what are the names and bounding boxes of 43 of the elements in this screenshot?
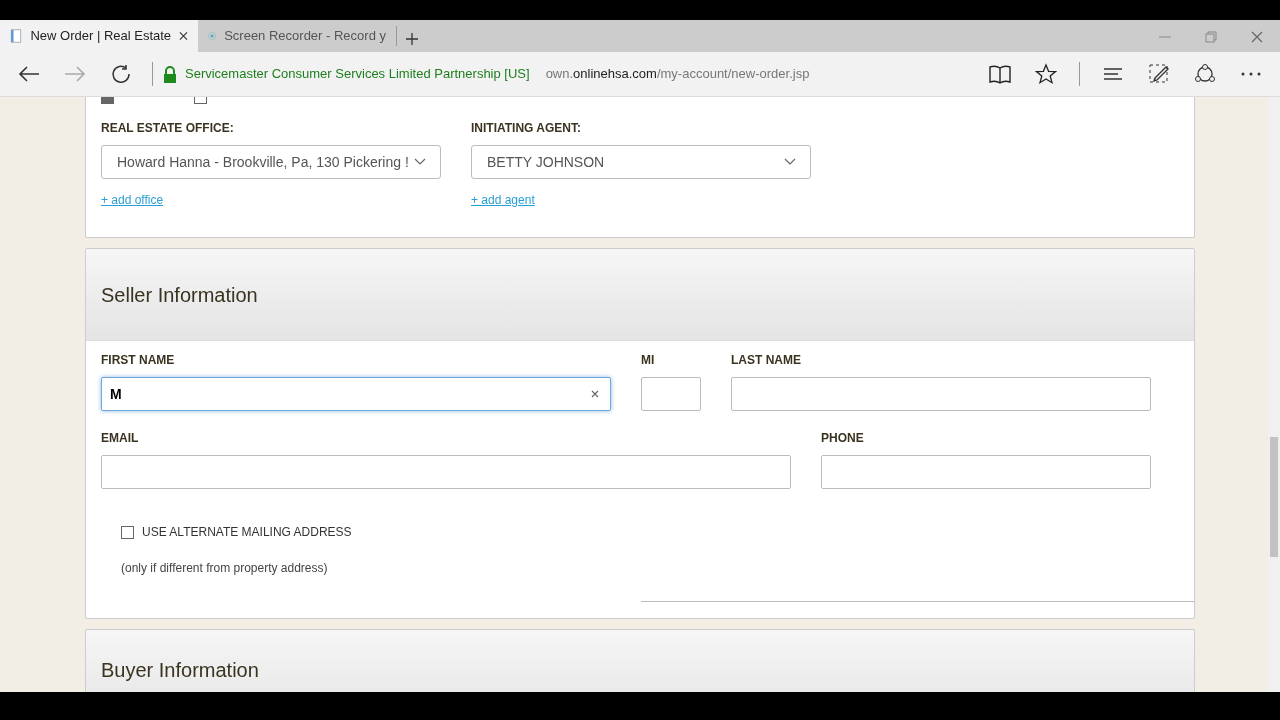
field-label: INITIATING AGENT: — [471, 120, 582, 137]
field-label: MI — [641, 352, 656, 369]
middle-initial-field[interactable] — [641, 377, 701, 411]
hub-icon — [1102, 66, 1124, 82]
plus-icon — [404, 31, 419, 46]
scroll-thumb[interactable] — [1270, 437, 1278, 557]
email-field[interactable] — [101, 455, 791, 489]
restore-icon — [1203, 28, 1219, 45]
checkbox[interactable] — [121, 525, 134, 539]
field-label: EMAIL — [101, 430, 140, 447]
page-icon — [10, 28, 23, 44]
section-title: Buyer Information — [101, 658, 259, 682]
minimize-icon — [1159, 35, 1171, 38]
scrollbar[interactable] — [1268, 97, 1280, 692]
note-icon — [1148, 63, 1170, 85]
clear-icon[interactable] — [591, 390, 599, 398]
refresh-icon — [111, 64, 131, 84]
hint-text: (only if different from property address) — [121, 560, 329, 577]
favorite-icon — [1035, 63, 1057, 85]
reading-view-icon — [989, 64, 1011, 84]
close-icon[interactable] — [179, 31, 188, 41]
checkbox-label: USE ALTERNATE MAILING ADDRESS — [142, 524, 352, 541]
office-select[interactable]: Howard Hanna - Brookville, Pa, 130 Pickering ! — [101, 145, 441, 179]
more-icon — [1240, 71, 1262, 77]
chevron-icon — [784, 158, 796, 166]
last-name-field[interactable] — [731, 377, 1151, 411]
share-icon — [1194, 63, 1216, 85]
forward-icon — [64, 65, 86, 83]
section-title: Seller Information — [101, 282, 258, 307]
first-name-field[interactable]: M — [101, 377, 611, 411]
field-label: REAL ESTATE OFFICE: — [101, 120, 235, 137]
back-icon — [18, 65, 40, 83]
field-label: PHONE — [821, 430, 865, 447]
security-label: Servicemaster Consumer Services Limited Partnership [US] — [185, 65, 530, 84]
browser-tab[interactable]: New Order | Real Estate — [0, 20, 198, 52]
field-label: FIRST NAME — [101, 352, 176, 369]
lock-icon — [163, 65, 177, 83]
browser-tab[interactable]: Screen Recorder - Record y — [198, 20, 396, 52]
agent-select[interactable]: BETTY JOHNSON — [471, 145, 811, 179]
field-label: LAST NAME — [731, 352, 802, 369]
address-field[interactable]: own.onlinehsa.com/my-account/new-order.jsp — [545, 64, 810, 84]
chevron-icon — [414, 158, 426, 166]
phone-field[interactable] — [821, 455, 1151, 489]
